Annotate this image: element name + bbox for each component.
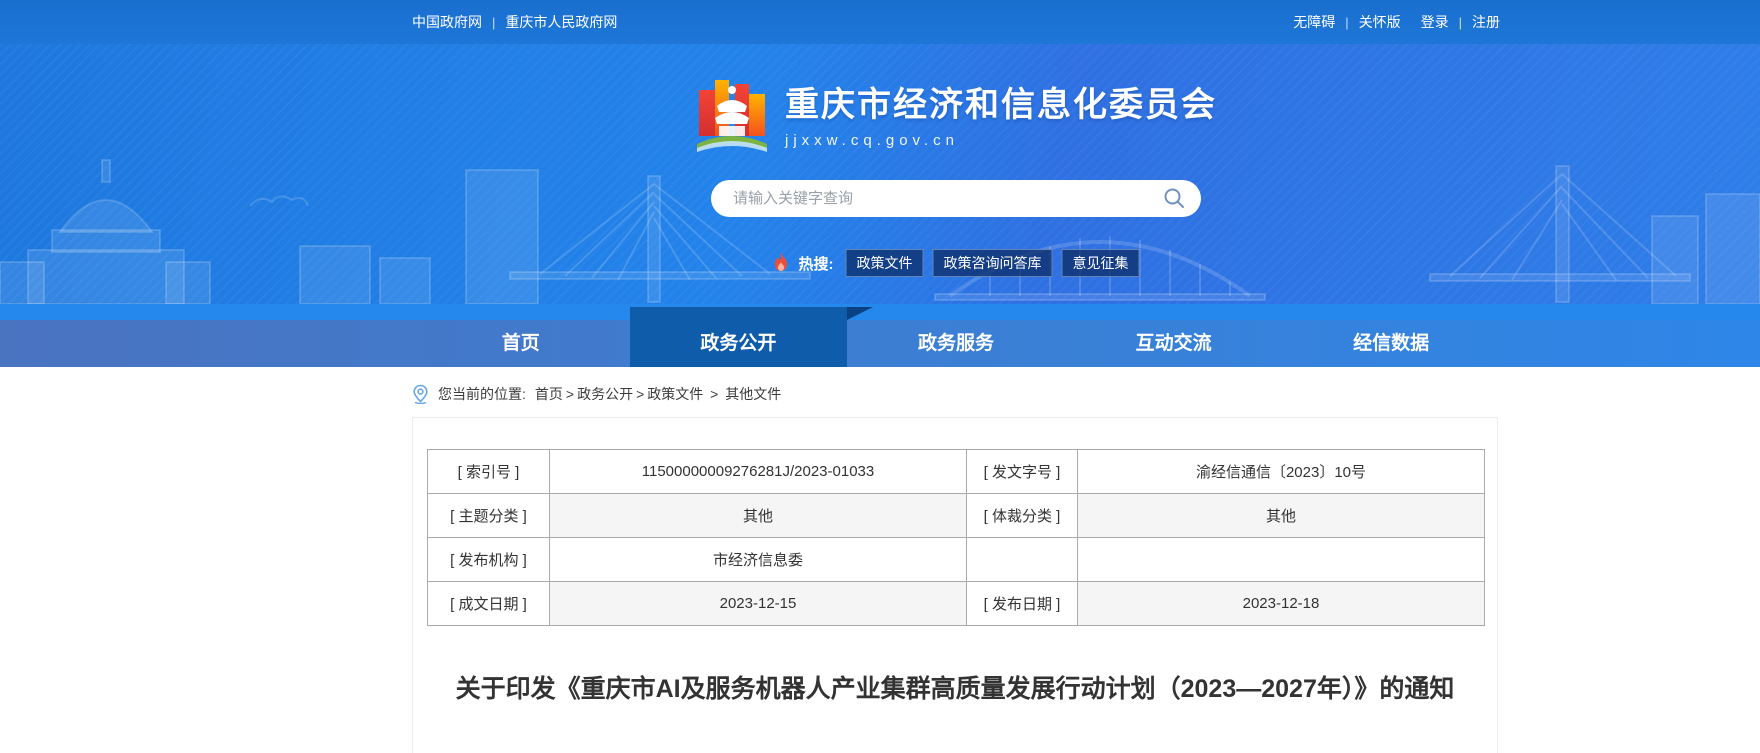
search-input[interactable] bbox=[733, 190, 1161, 207]
hot-link-policy-qa[interactable]: 政策咨询问答库 bbox=[933, 249, 1053, 277]
link-cq-gov[interactable]: 重庆市人民政府网 bbox=[505, 12, 617, 32]
meta-label-genre-category: [ 体裁分类 ] bbox=[967, 494, 1078, 538]
location-pin-icon bbox=[412, 384, 429, 404]
meta-value-topic-category: 其他 bbox=[550, 494, 967, 538]
meta-value-genre-category: 其他 bbox=[1078, 494, 1485, 538]
site-title: 重庆市经济和信息化委员会 bbox=[785, 77, 1217, 126]
search-bar bbox=[711, 180, 1201, 217]
meta-value-publish-date: 2023-12-18 bbox=[1078, 582, 1485, 626]
link-login[interactable]: 登录 bbox=[1421, 12, 1449, 32]
meta-label-empty bbox=[967, 538, 1078, 582]
meta-label-topic-category: [ 主题分类 ] bbox=[428, 494, 550, 538]
breadcrumb-home[interactable]: 首页 bbox=[535, 386, 563, 402]
link-care-version[interactable]: 关怀版 bbox=[1359, 12, 1401, 32]
search-button[interactable] bbox=[1161, 186, 1187, 212]
nav-item-gov-disclosure[interactable]: 政务公开 bbox=[630, 320, 848, 367]
breadcrumb-gov-disclosure[interactable]: 政务公开 bbox=[577, 386, 633, 402]
search-icon bbox=[1162, 186, 1186, 210]
meta-value-index-no: 11500000009276281J/2023-01033 bbox=[550, 450, 967, 494]
separator: | bbox=[1345, 15, 1348, 30]
site-domain: jjxxw.cq.gov.cn bbox=[785, 132, 1217, 149]
breadcrumb-other-docs[interactable]: 其他文件 bbox=[725, 386, 781, 402]
site-logo-block[interactable]: 重庆市经济和信息化委员会 jjxxw.cq.gov.cn bbox=[695, 72, 1217, 154]
top-utility-bar: 中国政府网 | 重庆市人民政府网 无障碍 | 关怀版 登录 | 注册 bbox=[0, 0, 1760, 44]
nav-item-industry-data[interactable]: 经信数据 bbox=[1282, 320, 1500, 367]
nav-item-home[interactable]: 首页 bbox=[412, 320, 630, 367]
meta-label-doc-no: [ 发文字号 ] bbox=[967, 450, 1078, 494]
flame-icon bbox=[773, 253, 790, 273]
meta-label-publish-date: [ 发布日期 ] bbox=[967, 582, 1078, 626]
main-nav: 首页 政务公开 政务服务 互动交流 经信数据 bbox=[0, 320, 1760, 367]
table-row: [ 成文日期 ] 2023-12-15 [ 发布日期 ] 2023-12-18 bbox=[428, 582, 1485, 626]
hot-search-label: 热搜: bbox=[799, 253, 834, 274]
breadcrumb-policy-docs[interactable]: 政策文件 bbox=[647, 386, 703, 402]
table-row: [ 主题分类 ] 其他 [ 体裁分类 ] 其他 bbox=[428, 494, 1485, 538]
topbar-left-links: 中国政府网 | 重庆市人民政府网 bbox=[412, 12, 617, 32]
hot-link-policy-docs[interactable]: 政策文件 bbox=[846, 249, 924, 277]
hot-search-row: 热搜: 政策文件 政策咨询问答库 意见征集 bbox=[773, 249, 1140, 277]
meta-label-issuing-agency: [ 发布机构 ] bbox=[428, 538, 550, 582]
site-header: 重庆市经济和信息化委员会 jjxxw.cq.gov.cn 热搜: 政策文件 政策… bbox=[0, 44, 1760, 320]
meta-value-issuing-agency: 市经济信息委 bbox=[550, 538, 967, 582]
meta-value-doc-no: 渝经信通信〔2023〕10号 bbox=[1078, 450, 1485, 494]
breadcrumb: 首页>政务公开>政策文件 > 其他文件 bbox=[535, 384, 781, 404]
breadcrumb-separator: > bbox=[566, 386, 574, 402]
breadcrumb-row: 您当前的位置: 首页>政务公开>政策文件 > 其他文件 bbox=[0, 367, 1760, 417]
link-china-gov[interactable]: 中国政府网 bbox=[412, 12, 482, 32]
breadcrumb-separator: > bbox=[710, 386, 718, 402]
table-row: [ 发布机构 ] 市经济信息委 bbox=[428, 538, 1485, 582]
hot-link-opinions[interactable]: 意见征集 bbox=[1062, 249, 1140, 277]
topbar-right-links: 无障碍 | 关怀版 登录 | 注册 bbox=[1293, 12, 1500, 32]
meta-label-written-date: [ 成文日期 ] bbox=[428, 582, 550, 626]
table-row: [ 索引号 ] 11500000009276281J/2023-01033 [ … bbox=[428, 450, 1485, 494]
meta-value-empty bbox=[1078, 538, 1485, 582]
document-container: [ 索引号 ] 11500000009276281J/2023-01033 [ … bbox=[412, 417, 1498, 753]
site-logo-icon bbox=[695, 72, 769, 154]
document-meta-table: [ 索引号 ] 11500000009276281J/2023-01033 [ … bbox=[427, 449, 1485, 626]
breadcrumb-prefix: 您当前的位置: bbox=[438, 384, 526, 404]
link-accessibility[interactable]: 无障碍 bbox=[1293, 12, 1335, 32]
link-register[interactable]: 注册 bbox=[1472, 12, 1500, 32]
document-title: 关于印发《重庆市AI及服务机器人产业集群高质量发展行动计划（2023—2027年… bbox=[455, 672, 1455, 707]
separator: | bbox=[492, 15, 495, 30]
nav-item-interaction[interactable]: 互动交流 bbox=[1065, 320, 1283, 367]
meta-value-written-date: 2023-12-15 bbox=[550, 582, 967, 626]
nav-item-gov-services[interactable]: 政务服务 bbox=[847, 320, 1065, 367]
separator: | bbox=[1459, 15, 1462, 30]
breadcrumb-separator: > bbox=[636, 386, 644, 402]
meta-label-index-no: [ 索引号 ] bbox=[428, 450, 550, 494]
